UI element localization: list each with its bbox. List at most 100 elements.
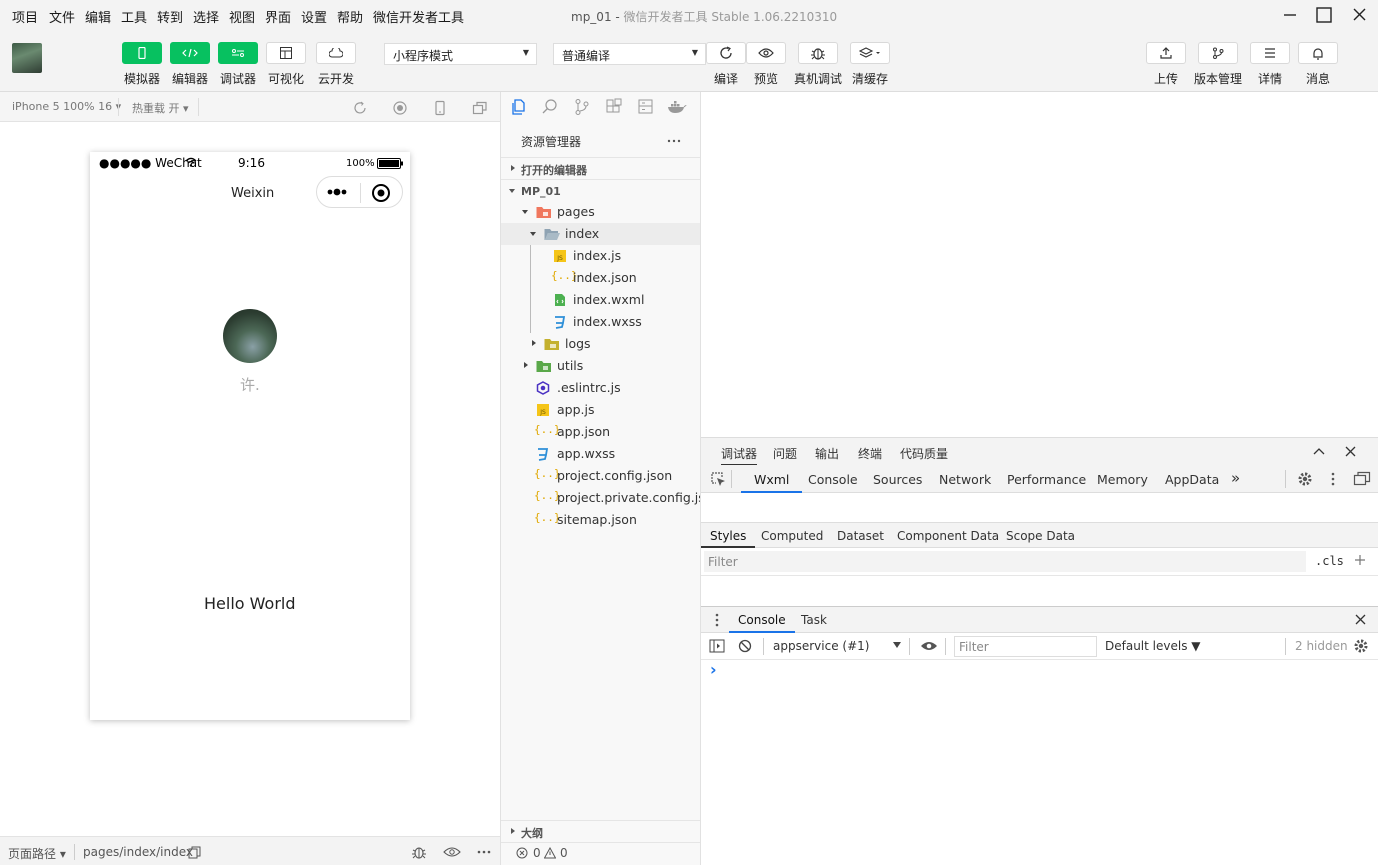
hot-reload-select[interactable]: 热重载 开 ▾	[132, 100, 189, 116]
project-section[interactable]: MP_01	[501, 179, 700, 201]
user-avatar[interactable]	[223, 309, 277, 363]
device-select[interactable]: iPhone 5 100% 16 ▾	[12, 100, 121, 113]
tree-item-index-json[interactable]: {..} index.json	[501, 267, 700, 289]
menu-interface[interactable]: 界面	[265, 7, 291, 26]
tree-item-index-wxss[interactable]: index.wxss	[501, 311, 700, 333]
docker-icon[interactable]	[667, 99, 687, 115]
kebab-menu-icon[interactable]	[715, 613, 719, 627]
menu-select[interactable]: 选择	[193, 7, 219, 26]
visual-toggle-button[interactable]	[266, 42, 306, 64]
debugger-toggle-button[interactable]	[218, 42, 258, 64]
tab-sources[interactable]: Sources	[873, 472, 922, 487]
cloud-dev-button[interactable]	[316, 42, 356, 64]
version-control-button[interactable]	[1198, 42, 1238, 64]
upload-button[interactable]	[1146, 42, 1186, 64]
details-button[interactable]	[1250, 42, 1290, 64]
outline-section[interactable]: 大纲	[501, 820, 700, 842]
tab-network[interactable]: Network	[939, 472, 991, 487]
tree-item-project-config[interactable]: {..} project.config.json	[501, 465, 700, 487]
explorer-files-icon[interactable]	[509, 98, 527, 116]
styles-filter-input[interactable]: Filter	[704, 551, 1306, 572]
tree-item-index-wxml[interactable]: index.wxml	[501, 289, 700, 311]
context-select[interactable]: appservice (#1)	[773, 639, 869, 653]
close-window-button[interactable]	[1348, 4, 1372, 26]
sidebar-toggle-icon[interactable]	[709, 639, 725, 653]
tab-computed[interactable]: Computed	[761, 529, 823, 543]
minimize-button[interactable]	[1278, 4, 1302, 26]
editor-toggle-button[interactable]	[170, 42, 210, 64]
rotate-icon[interactable]	[352, 100, 368, 116]
tree-item-app-json[interactable]: {..} app.json	[501, 421, 700, 443]
tab-wxml[interactable]: Wxml	[741, 472, 803, 493]
more-tabs-button[interactable]: »	[1231, 469, 1240, 487]
close-icon[interactable]	[1355, 614, 1366, 625]
tree-item-utils[interactable]: utils	[501, 355, 700, 377]
problems-status[interactable]: 0 0	[501, 842, 700, 865]
close-icon[interactable]	[1345, 446, 1356, 457]
tree-item-pages[interactable]: pages	[501, 201, 700, 223]
more-actions-icon[interactable]	[667, 139, 681, 143]
tab-code-quality[interactable]: 代码质量	[900, 445, 948, 462]
compile-button[interactable]	[706, 42, 746, 64]
preview-button[interactable]	[746, 42, 786, 64]
menu-wechat-devtools[interactable]: 微信开发者工具	[373, 7, 464, 26]
plus-icon[interactable]	[1354, 554, 1366, 566]
avatar[interactable]	[12, 43, 42, 73]
search-icon[interactable]	[541, 98, 559, 116]
open-editors-section[interactable]: 打开的编辑器	[501, 157, 700, 179]
tab-output[interactable]: 输出	[815, 445, 839, 462]
kebab-menu-icon[interactable]	[1331, 472, 1335, 486]
menu-view[interactable]: 视图	[229, 7, 255, 26]
tab-scope-data[interactable]: Scope Data	[1006, 529, 1075, 543]
mode-select[interactable]: 小程序模式 ▼	[384, 43, 537, 65]
extensions-icon[interactable]	[605, 98, 623, 116]
tab-terminal[interactable]: 终端	[858, 445, 882, 462]
source-control-icon[interactable]	[573, 98, 591, 116]
gear-icon[interactable]	[1353, 638, 1369, 654]
clear-cache-button[interactable]	[850, 42, 890, 64]
inspect-element-icon[interactable]	[710, 471, 726, 487]
compile-mode-select[interactable]: 普通编译 ▼	[553, 43, 706, 65]
console-filter-input[interactable]: Filter	[954, 636, 1097, 657]
bug-icon[interactable]	[410, 844, 428, 860]
menu-tools[interactable]: 工具	[121, 7, 147, 26]
eye-icon[interactable]	[443, 846, 461, 858]
close-miniprogram-icon[interactable]	[371, 183, 391, 203]
cls-toggle-button[interactable]: .cls	[1315, 554, 1344, 568]
tab-dataset[interactable]: Dataset	[837, 529, 884, 543]
tab-memory[interactable]: Memory	[1097, 472, 1148, 487]
menu-edit[interactable]: 编辑	[85, 7, 111, 26]
tree-item-index-folder[interactable]: index	[501, 223, 700, 245]
console-output[interactable]: ›	[701, 660, 1378, 836]
drawer-tab-console[interactable]: Console	[729, 613, 795, 633]
tab-appdata[interactable]: AppData	[1165, 472, 1219, 487]
menu-file[interactable]: 文件	[49, 7, 75, 26]
tree-item-project-private-config[interactable]: {..} project.private.config.js...	[501, 487, 700, 509]
more-dots-icon[interactable]	[327, 186, 351, 198]
menu-settings[interactable]: 设置	[301, 7, 327, 26]
phone-icon[interactable]	[432, 100, 448, 116]
tab-problems[interactable]: 问题	[773, 445, 797, 462]
tab-console[interactable]: Console	[808, 472, 858, 487]
messages-button[interactable]	[1298, 42, 1338, 64]
copy-icon[interactable]	[188, 846, 201, 859]
detach-window-icon[interactable]	[472, 100, 488, 116]
drawer-tab-task[interactable]: Task	[801, 613, 827, 627]
tab-performance[interactable]: Performance	[1007, 472, 1086, 487]
menu-goto[interactable]: 转到	[157, 7, 183, 26]
tab-component-data[interactable]: Component Data	[897, 529, 999, 543]
remote-debug-button[interactable]	[798, 42, 838, 64]
tree-item-index-js[interactable]: JS index.js	[501, 245, 700, 267]
tree-item-sitemap[interactable]: {..} sitemap.json	[501, 509, 700, 531]
gear-icon[interactable]	[1297, 471, 1313, 487]
live-expression-eye-icon[interactable]	[920, 640, 938, 652]
dock-side-icon[interactable]	[1353, 471, 1371, 487]
menu-help[interactable]: 帮助	[337, 7, 363, 26]
tree-item-eslintrc[interactable]: .eslintrc.js	[501, 377, 700, 399]
tree-item-logs[interactable]: logs	[501, 333, 700, 355]
tab-debugger[interactable]: 调试器	[721, 445, 758, 465]
clear-console-icon[interactable]	[738, 639, 752, 653]
tree-item-app-js[interactable]: JS app.js	[501, 399, 700, 421]
chevron-up-icon[interactable]	[1313, 447, 1325, 455]
record-icon[interactable]	[392, 100, 408, 116]
